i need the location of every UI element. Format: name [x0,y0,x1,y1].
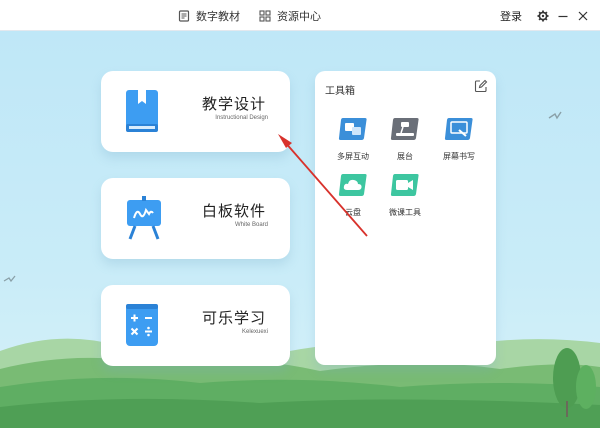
minimize-button[interactable] [554,7,572,25]
cloud-icon [338,174,367,196]
nav-label: 数字教材 [196,9,240,23]
title-bar: 数字教材 资源中心 登录 [0,0,600,31]
multi-screen-icon [338,118,367,140]
whiteboard-icon [127,196,161,240]
close-icon [578,11,588,20]
card-subtitle: Instructional Design [215,115,268,121]
card-title: 可乐学习 [201,309,266,327]
card-instructional-design[interactable]: 教学设计 Instructional Design [101,71,290,152]
tool-label: 云盘 [345,208,361,217]
card-subtitle: Kelexuexi [241,329,268,335]
card-kelexuexi[interactable]: 可乐学习 Kelexuexi [101,285,290,366]
book-icon [126,90,158,132]
landscape-background [0,111,600,428]
card-title: 白板软件 [201,202,266,220]
minimize-icon [558,15,568,17]
card-white-board[interactable]: 白板软件 White Board [101,178,290,259]
tool-micro-lesson[interactable]: 微课工具 [382,172,428,218]
tool-label: 微课工具 [389,208,421,217]
grid-icon [259,9,271,22]
tool-label: 屏幕书写 [443,152,475,161]
video-camera-icon [390,174,419,196]
tool-document-camera[interactable]: 展台 [382,116,428,162]
nav-resource-center[interactable]: 资源中心 [259,0,321,31]
nav-label: 资源中心 [277,9,321,23]
tool-label: 展台 [397,152,413,161]
tool-screen-write[interactable]: 屏幕书写 [436,116,482,162]
calculator-icon [126,304,158,346]
close-button[interactable] [574,7,592,25]
tool-cloud-disk[interactable]: 云盘 [330,172,376,218]
edit-icon[interactable] [474,79,488,93]
document-camera-icon [390,118,419,140]
card-subtitle: White Board [234,222,268,228]
book-page-icon [178,9,190,22]
tool-label: 多屏互动 [337,152,369,161]
toolbox-title: 工具箱 [325,86,355,97]
tool-multi-screen[interactable]: 多屏互动 [330,116,376,162]
screen-write-icon [444,118,473,140]
nav-digital-textbook[interactable]: 数字教材 [178,0,240,31]
settings-button[interactable] [534,7,552,25]
window-controls: 登录 [500,0,592,31]
main-area: 教学设计 Instructional Design 白板软件 White Boa… [0,31,600,428]
login-link[interactable]: 登录 [500,8,522,24]
gear-icon [537,10,549,21]
card-title: 教学设计 [201,95,266,113]
